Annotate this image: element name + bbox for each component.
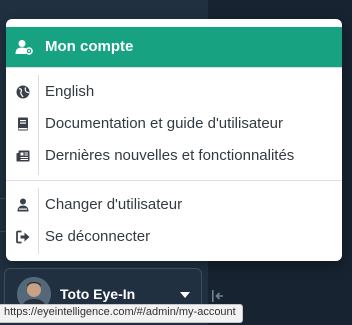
menu-header-label: Mon compte [45,38,134,55]
account-dropdown-menu: Mon compte English Documentation et guid… [6,19,342,261]
menu-item-label: Documentation et guide d'utilisateur [45,115,284,132]
book-icon [18,117,28,131]
sign-out-icon [16,230,30,244]
menu-item-logout[interactable]: Se déconnecter [6,222,342,252]
menu-item-label: Dernières nouvelles et fonctionnalités [45,147,295,164]
user-switch-icon [17,198,29,212]
user-name: Toto Eye-In [60,286,136,302]
menu-item-label: English [45,83,95,100]
newspaper-icon [16,150,30,162]
chevron-down-icon [180,292,190,298]
collapse-left-icon [212,290,223,302]
menu-item-documentation[interactable]: Documentation et guide d'utilisateur [6,109,342,139]
menu-divider [6,67,342,68]
globe-icon [16,85,30,99]
menu-divider [6,180,342,181]
menu-item-label: Se déconnecter [45,228,151,245]
status-bar-url: https://eyeintelligence.com/#/admin/my-a… [0,304,243,323]
user-gear-icon [15,40,33,55]
menu-item-language[interactable]: English [6,77,342,107]
menu-item-my-account[interactable]: Mon compte [6,27,342,67]
menu-item-switch-user[interactable]: Changer d'utilisateur [6,190,342,220]
menu-item-label: Changer d'utilisateur [45,196,183,213]
menu-item-news[interactable]: Dernières nouvelles et fonctionnalités [6,141,342,171]
